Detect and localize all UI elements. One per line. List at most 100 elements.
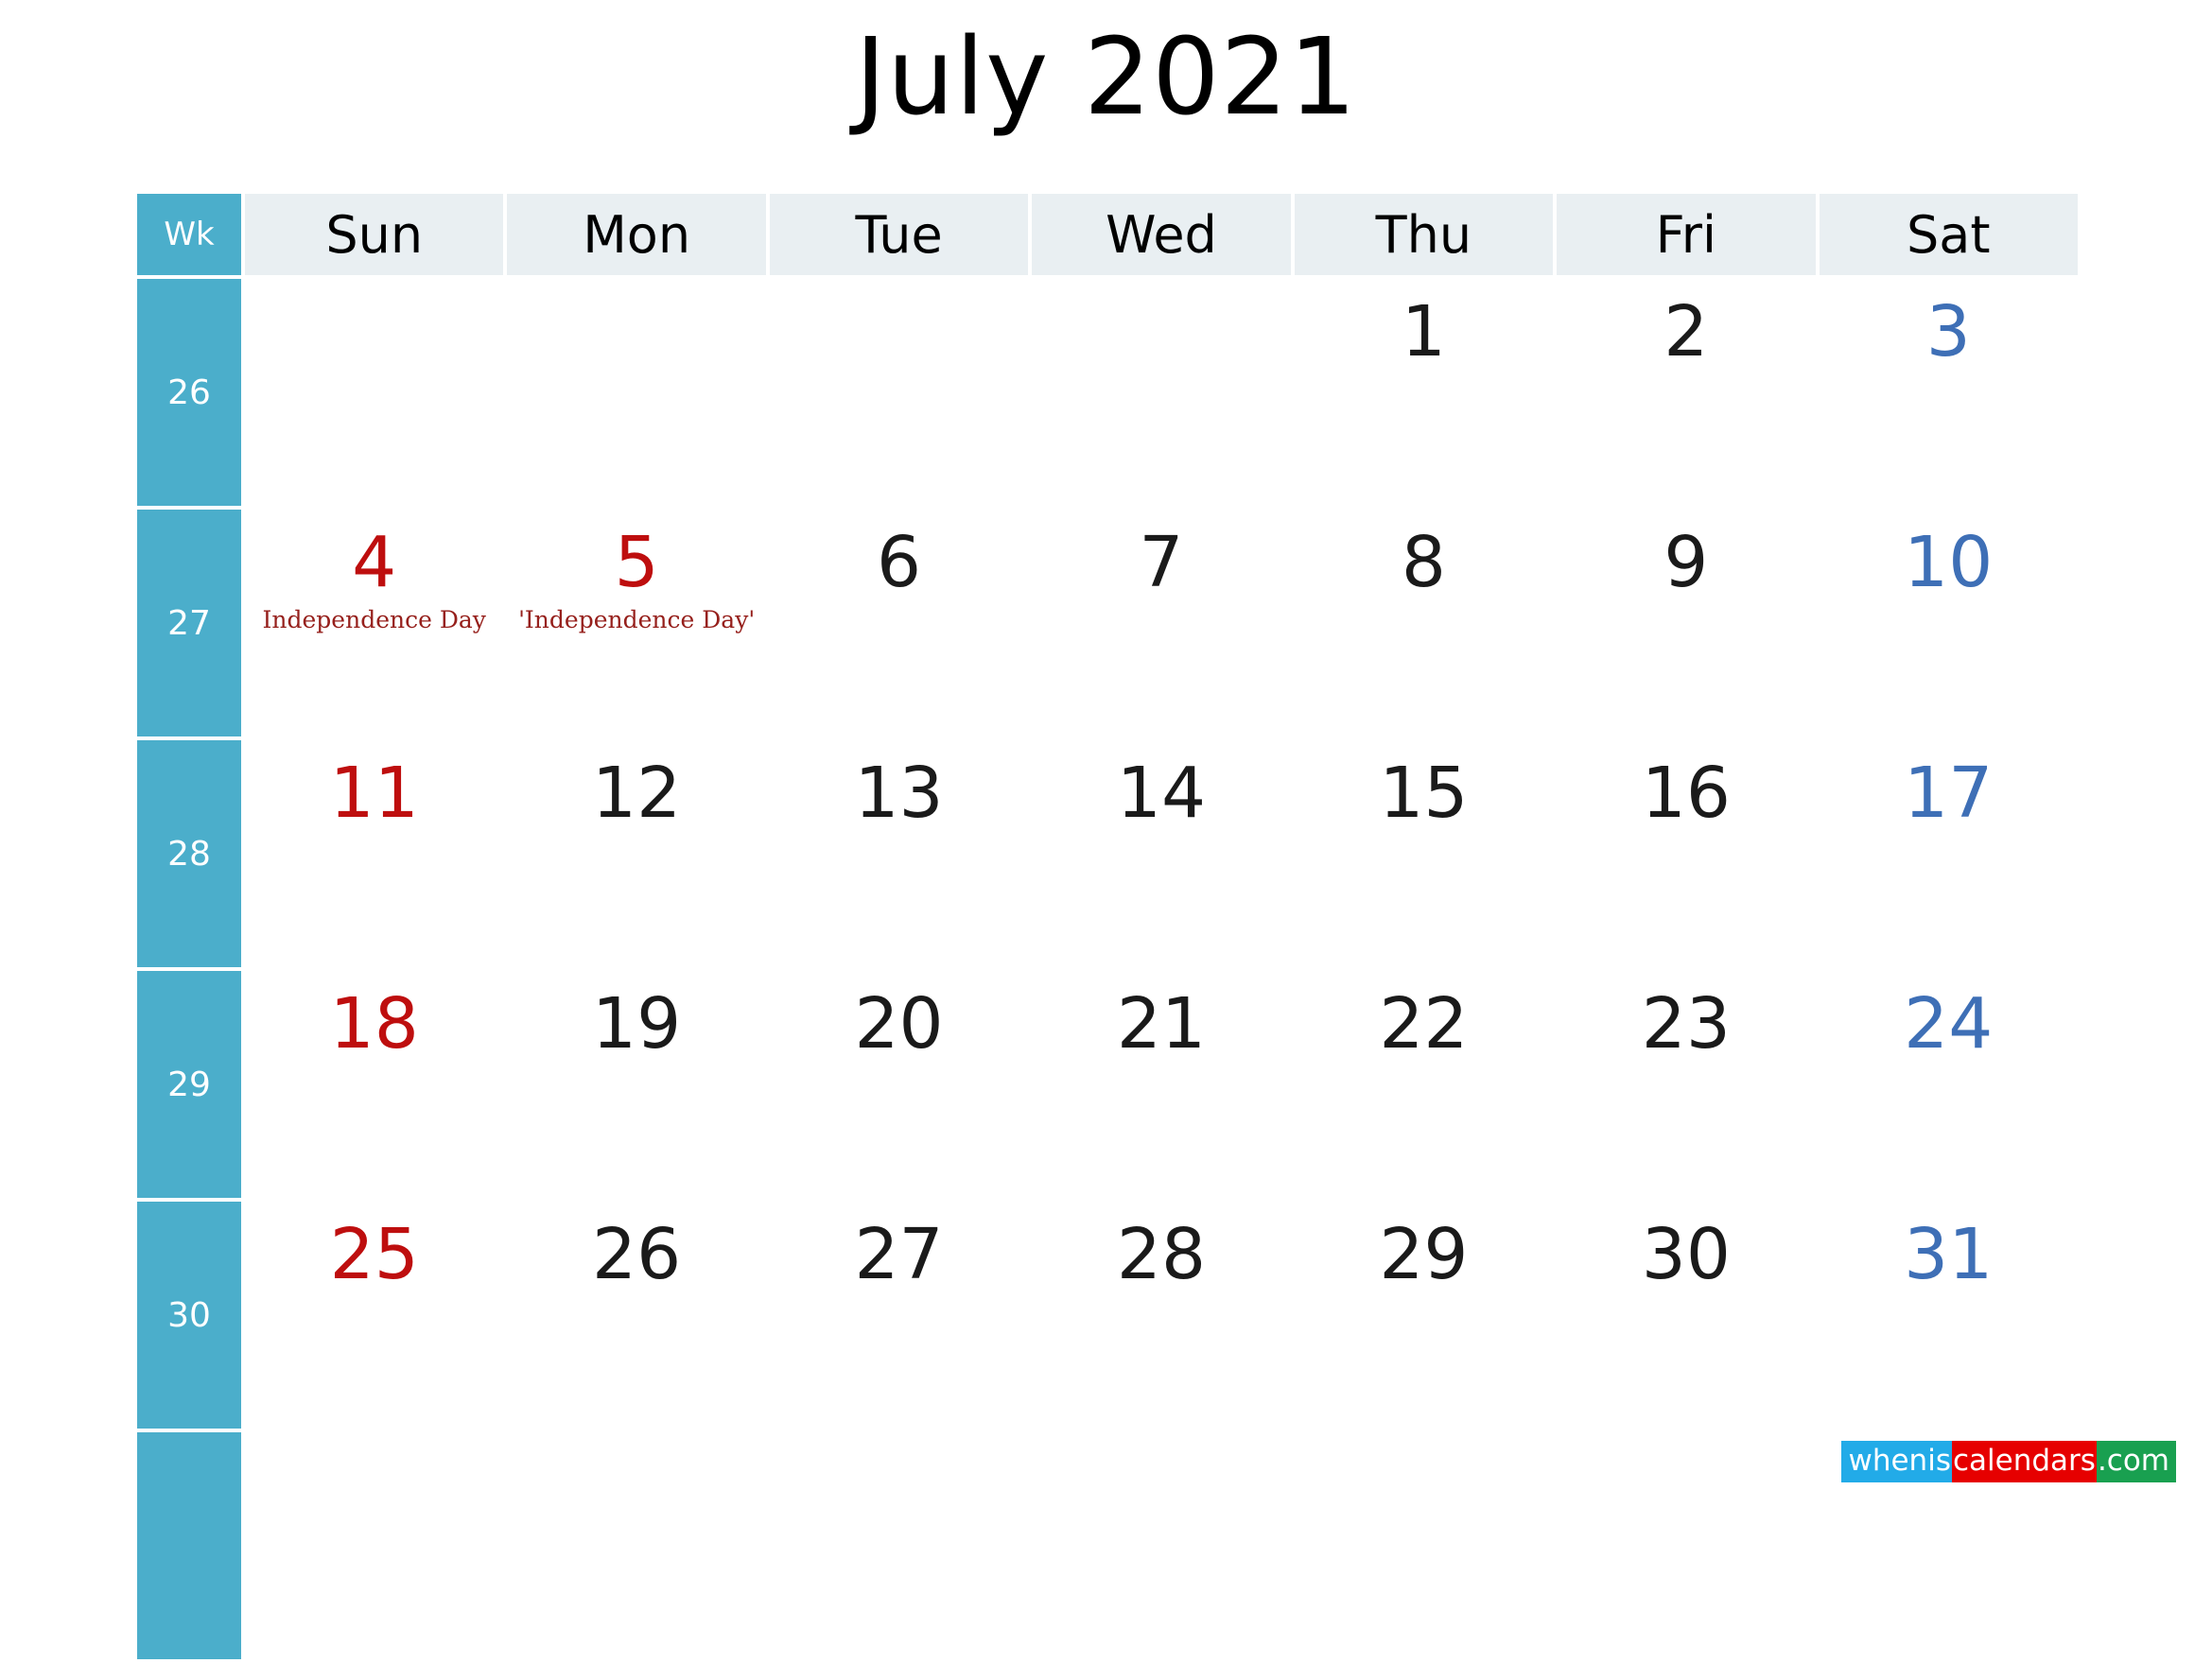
day-number: 28 [1116,1214,1207,1295]
day-number: 11 [329,753,419,834]
day-cell[interactable]: 12 [507,740,766,967]
day-number: 23 [1641,983,1731,1065]
day-number: 24 [1904,983,1994,1065]
day-cell[interactable]: 30 [1557,1202,1816,1429]
day-cell[interactable] [507,279,766,506]
day-number: 19 [592,983,682,1065]
day-number: 5 [614,522,659,603]
week-number: 28 [137,740,241,967]
day-number: 13 [854,753,944,834]
watermark-part-calendars: calendars [1951,1441,2097,1482]
calendar-grid: Wk Sun Mon Tue Wed Thu Fri Sat 26 1 2 3 … [137,194,2078,1663]
day-number: 10 [1904,522,1994,603]
day-cell[interactable] [1032,1432,1291,1659]
calendar-week-row: 30 25 26 27 28 29 30 31 [137,1202,2078,1429]
day-number: 22 [1379,983,1469,1065]
day-cell[interactable]: 11 [245,740,504,967]
day-cell[interactable]: 31 [1819,1202,2078,1429]
weekday-header-sat: Sat [1819,194,2078,275]
week-number: 26 [137,279,241,506]
watermark-part-whenis: whenis [1841,1441,1952,1482]
weekday-header-tue: Tue [769,194,1029,275]
week-number: 30 [137,1202,241,1429]
day-cell[interactable]: 23 [1557,971,1816,1198]
day-number: 21 [1116,983,1207,1065]
day-cell[interactable]: 15 [1294,740,1554,967]
day-cell[interactable]: 29 [1294,1202,1554,1429]
day-cell[interactable]: 4 Independence Day [245,510,504,736]
calendar-week-row [137,1432,2078,1659]
day-cell[interactable]: 8 [1294,510,1554,736]
weekday-header-mon: Mon [507,194,766,275]
day-number: 8 [1401,522,1446,603]
day-cell[interactable] [769,279,1029,506]
day-number: 1 [1401,291,1446,372]
day-cell[interactable]: 21 [1032,971,1291,1198]
calendar-week-row: 28 11 12 13 14 15 16 17 [137,740,2078,967]
day-number: 26 [592,1214,682,1295]
calendar-week-row: 26 1 2 3 [137,279,2078,506]
day-number: 3 [1925,291,1971,372]
day-cell[interactable]: 20 [769,971,1029,1198]
day-cell[interactable]: 24 [1819,971,2078,1198]
day-number: 20 [854,983,944,1065]
day-number: 14 [1116,753,1207,834]
day-cell[interactable]: 10 [1819,510,2078,736]
day-cell[interactable] [769,1432,1029,1659]
day-cell[interactable]: 28 [1032,1202,1291,1429]
weekday-header-thu: Thu [1294,194,1554,275]
week-number: 27 [137,510,241,736]
day-cell[interactable]: 22 [1294,971,1554,1198]
weekday-header-wed: Wed [1032,194,1291,275]
day-cell[interactable]: 3 [1819,279,2078,506]
week-column-header: Wk [137,194,241,275]
day-number: 25 [329,1214,419,1295]
watermark-part-domain: .com [2096,1441,2176,1482]
day-number: 16 [1641,753,1731,834]
day-cell[interactable]: 18 [245,971,504,1198]
day-cell[interactable]: 19 [507,971,766,1198]
day-number: 30 [1641,1214,1731,1295]
day-cell[interactable]: 25 [245,1202,504,1429]
weekday-header-sun: Sun [245,194,504,275]
day-cell[interactable]: 17 [1819,740,2078,967]
day-number: 27 [854,1214,944,1295]
week-number [137,1432,241,1659]
calendar-header-row: Wk Sun Mon Tue Wed Thu Fri Sat [137,194,2078,275]
day-cell[interactable]: 26 [507,1202,766,1429]
day-cell[interactable]: 7 [1032,510,1291,736]
day-number: 9 [1663,522,1709,603]
weekday-header-fri: Fri [1557,194,1816,275]
day-number: 7 [1139,522,1184,603]
day-event-label: Independence Day [262,605,486,633]
day-cell[interactable] [245,1432,504,1659]
day-cell[interactable] [1294,1432,1554,1659]
day-cell[interactable]: 27 [769,1202,1029,1429]
day-cell[interactable] [1557,1432,1816,1659]
day-number: 18 [329,983,419,1065]
day-cell[interactable]: 13 [769,740,1029,967]
site-watermark[interactable]: whenis calendars .com [1841,1441,2176,1482]
day-cell[interactable]: 14 [1032,740,1291,967]
day-event-label: 'Independence Day' [518,605,756,633]
page-title: July 2021 [854,16,1358,139]
day-cell[interactable]: 5 'Independence Day' [507,510,766,736]
day-cell[interactable]: 6 [769,510,1029,736]
calendar-week-row: 29 18 19 20 21 22 23 24 [137,971,2078,1198]
day-number: 12 [592,753,682,834]
day-number: 17 [1904,753,1994,834]
day-number: 31 [1904,1214,1994,1295]
day-cell[interactable]: 2 [1557,279,1816,506]
day-cell[interactable] [1032,279,1291,506]
day-cell[interactable] [507,1432,766,1659]
day-number: 2 [1663,291,1709,372]
day-cell[interactable]: 9 [1557,510,1816,736]
day-cell[interactable]: 1 [1294,279,1554,506]
week-number: 29 [137,971,241,1198]
day-number: 4 [352,522,397,603]
day-number: 6 [877,522,922,603]
day-number: 15 [1379,753,1469,834]
calendar-week-row: 27 4 Independence Day 5 'Independence Da… [137,510,2078,736]
day-cell[interactable] [245,279,504,506]
day-cell[interactable]: 16 [1557,740,1816,967]
